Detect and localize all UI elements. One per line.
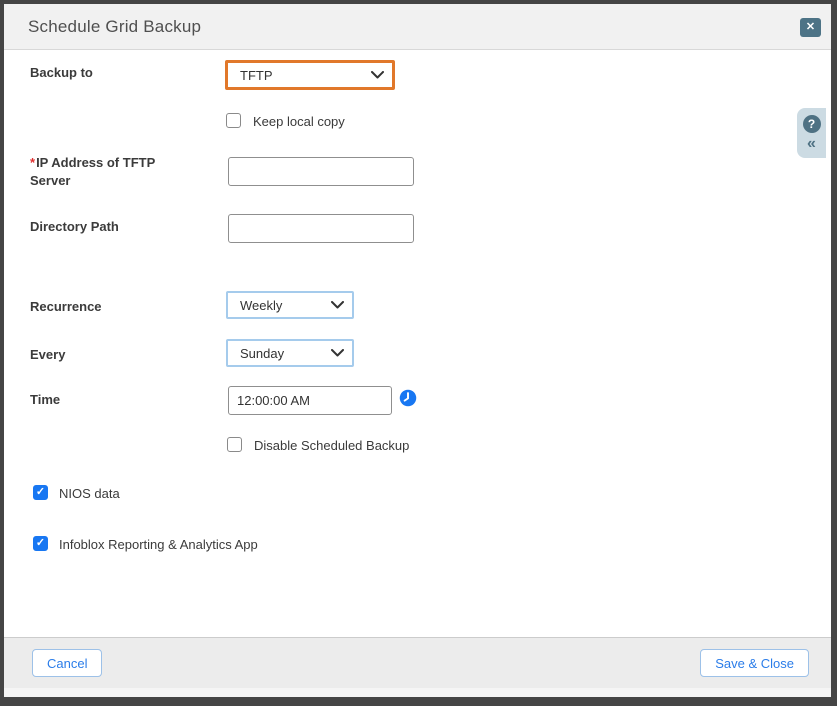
- window-frame: Schedule Grid Backup ✕ Backup to TFTP ✓ …: [0, 0, 837, 706]
- time-input[interactable]: [228, 386, 392, 415]
- collapse-left-icon[interactable]: «: [807, 136, 816, 152]
- close-icon[interactable]: ✕: [800, 18, 821, 37]
- nios-data-label: NIOS data: [59, 486, 120, 501]
- check-icon: ✓: [36, 538, 45, 549]
- directory-path-input[interactable]: [228, 214, 414, 243]
- chevron-down-icon: [331, 349, 344, 357]
- ip-address-input[interactable]: [228, 157, 414, 186]
- disable-scheduled-backup-label: Disable Scheduled Backup: [254, 438, 409, 453]
- clock-icon[interactable]: [399, 389, 417, 407]
- schedule-grid-backup-dialog: Schedule Grid Backup ✕ Backup to TFTP ✓ …: [4, 4, 831, 697]
- dialog-titlebar: Schedule Grid Backup ✕: [4, 4, 831, 50]
- dialog-footer: Cancel Save & Close: [4, 637, 831, 688]
- recurrence-value: Weekly: [228, 298, 331, 313]
- disable-scheduled-backup-checkbox[interactable]: ✓: [227, 437, 242, 452]
- recurrence-label: Recurrence: [30, 298, 102, 316]
- check-icon: ✓: [36, 487, 45, 498]
- dialog-content: Backup to TFTP ✓ Keep local copy *IP Add…: [4, 50, 831, 637]
- help-icon[interactable]: ?: [803, 115, 821, 133]
- dialog-title: Schedule Grid Backup: [28, 17, 201, 37]
- ip-address-label-text: IP Address of TFTP Server: [30, 155, 155, 188]
- keep-local-copy-checkbox[interactable]: ✓: [226, 113, 241, 128]
- backup-to-select[interactable]: TFTP: [225, 60, 395, 90]
- reporting-app-checkbox[interactable]: ✓: [33, 536, 48, 551]
- save-close-button[interactable]: Save & Close: [700, 649, 809, 677]
- directory-path-label: Directory Path: [30, 218, 119, 236]
- recurrence-select[interactable]: Weekly: [226, 291, 354, 319]
- keep-local-copy-label: Keep local copy: [253, 114, 345, 129]
- chevron-down-icon: [331, 301, 344, 309]
- nios-data-checkbox[interactable]: ✓: [33, 485, 48, 500]
- backup-to-label: Backup to: [30, 64, 93, 82]
- required-asterisk: *: [30, 155, 35, 170]
- every-select[interactable]: Sunday: [226, 339, 354, 367]
- reporting-app-label: Infoblox Reporting & Analytics App: [59, 537, 258, 552]
- ip-address-label: *IP Address of TFTP Server: [30, 154, 192, 189]
- backup-to-value: TFTP: [228, 68, 371, 83]
- side-toolbar: ? «: [797, 108, 826, 158]
- chevron-down-icon: [371, 71, 384, 79]
- every-value: Sunday: [228, 346, 331, 361]
- every-label: Every: [30, 346, 65, 364]
- time-label: Time: [30, 391, 60, 409]
- dialog-bottom-strip: [4, 688, 831, 697]
- cancel-button[interactable]: Cancel: [32, 649, 102, 677]
